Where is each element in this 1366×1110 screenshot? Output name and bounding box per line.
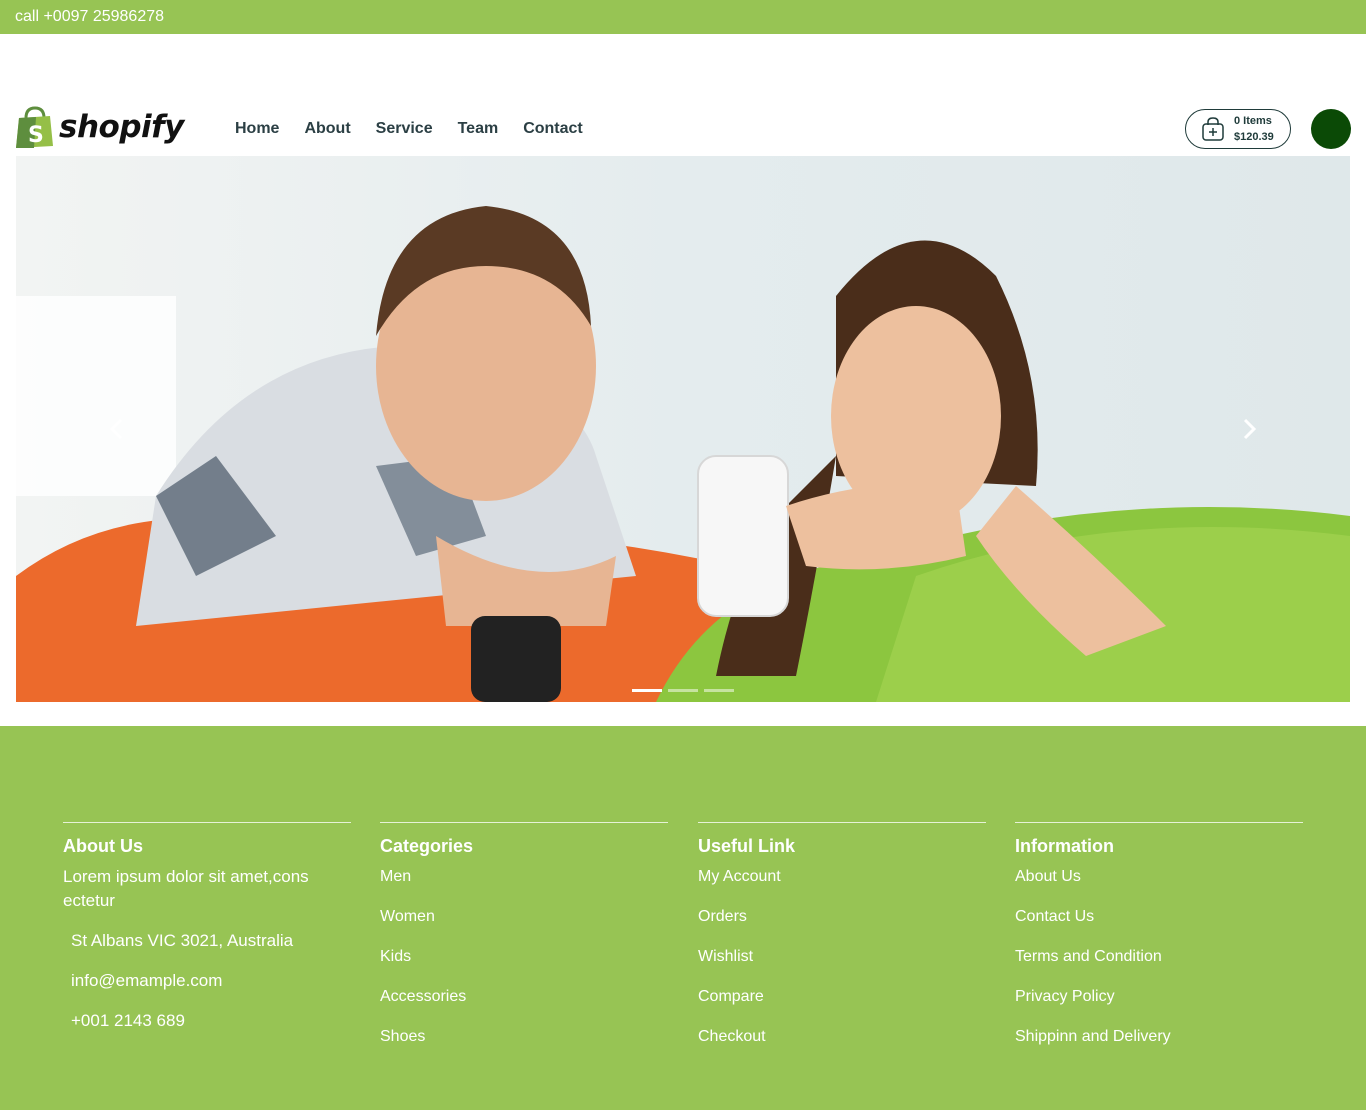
carousel-next[interactable] [1235, 414, 1265, 444]
cart-bag-icon [1202, 117, 1224, 141]
footer-information-title: Information [1015, 836, 1114, 856]
footer-link-women[interactable]: Women [380, 908, 435, 925]
footer-link-compare[interactable]: Compare [698, 988, 764, 1005]
footer: About Us Lorem ipsum dolor sit amet,cons… [0, 726, 1366, 1110]
cart-items: 0 Items [1234, 115, 1272, 127]
footer-link-men[interactable]: Men [380, 868, 411, 885]
cart-button[interactable]: 0 Items $120.39 [1185, 109, 1291, 149]
nav-home[interactable]: Home [235, 120, 279, 138]
header: S shopify Home About Service Team Contac… [0, 34, 1366, 156]
topbar-phone: call +0097 25986278 [15, 8, 165, 25]
footer-categories: Categories Men Women Kids Accessories Sh… [380, 822, 668, 1065]
cart-summary: 0 Items $120.39 [1234, 113, 1274, 145]
footer-link-my-account[interactable]: My Account [698, 868, 781, 885]
logo-text: shopify [59, 109, 184, 145]
nav-about[interactable]: About [304, 120, 350, 138]
nav-contact[interactable]: Contact [523, 120, 583, 138]
footer-link-privacy[interactable]: Privacy Policy [1015, 988, 1115, 1005]
footer-link-terms[interactable]: Terms and Condition [1015, 948, 1162, 965]
footer-useful-link: Useful Link My Account Orders Wishlist C… [698, 822, 986, 1065]
shopping-bag-logo-icon: S [16, 106, 53, 148]
carousel-indicator-1[interactable] [632, 689, 662, 692]
footer-link-shoes[interactable]: Shoes [380, 1028, 425, 1045]
footer-link-orders[interactable]: Orders [698, 908, 747, 925]
carousel-indicator-3[interactable] [704, 689, 734, 692]
footer-link-contact-us[interactable]: Contact Us [1015, 908, 1094, 925]
footer-link-shipping[interactable]: Shippinn and Delivery [1015, 1028, 1171, 1045]
carousel-prev[interactable] [101, 414, 131, 444]
carousel-indicators [632, 689, 740, 692]
cart-total: $120.39 [1234, 131, 1274, 143]
footer-categories-title: Categories [380, 836, 474, 856]
footer-email[interactable]: info@emample.com [63, 969, 351, 993]
footer-link-checkout[interactable]: Checkout [698, 1028, 766, 1045]
footer-link-about-us[interactable]: About Us [1015, 868, 1081, 885]
footer-information: Information About Us Contact Us Terms an… [1015, 822, 1303, 1065]
nav-service[interactable]: Service [376, 120, 433, 138]
footer-about-title: About Us [63, 836, 143, 856]
chevron-left-icon [109, 418, 123, 440]
footer-link-wishlist[interactable]: Wishlist [698, 948, 753, 965]
footer-link-accessories[interactable]: Accessories [380, 988, 466, 1005]
footer-address: St Albans VIC 3021, Australia [71, 931, 294, 950]
main-nav: Home About Service Team Contact [235, 120, 608, 138]
svg-text:S: S [28, 123, 44, 148]
footer-phone[interactable]: +001 2143 689 [63, 1009, 351, 1033]
hero-carousel [16, 156, 1350, 702]
carousel-indicator-2[interactable] [668, 689, 698, 692]
footer-about: About Us Lorem ipsum dolor sit amet,cons… [63, 822, 351, 1033]
hero-image [16, 156, 1350, 702]
nav-team[interactable]: Team [458, 120, 499, 138]
footer-link-kids[interactable]: Kids [380, 948, 411, 965]
footer-useful-link-title: Useful Link [698, 836, 796, 856]
account-button[interactable] [1311, 109, 1351, 149]
footer-about-text: Lorem ipsum dolor sit amet,consectetur [63, 867, 309, 910]
logo[interactable]: S shopify [16, 106, 184, 148]
top-bar: call +0097 25986278 [0, 0, 1366, 34]
chevron-right-icon [1243, 418, 1257, 440]
